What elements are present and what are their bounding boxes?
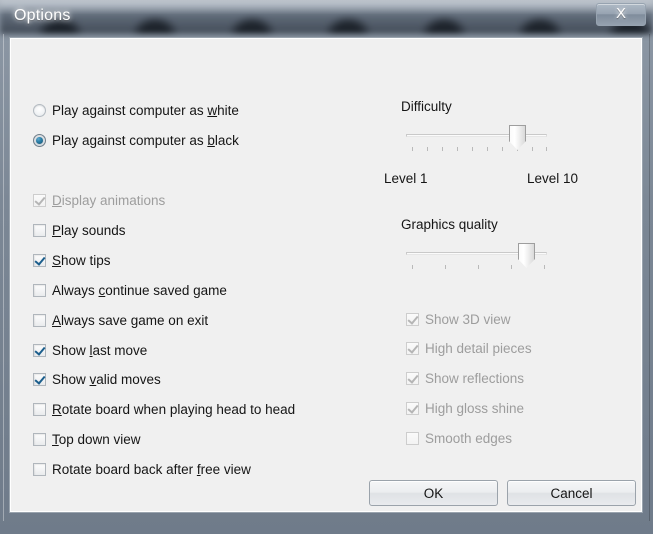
checkbox-rotate-board-head-to-head[interactable]: Rotate board when playing head to head	[33, 403, 295, 417]
checkbox-top-down-view[interactable]: Top down view	[33, 433, 141, 447]
checkbox-indicator	[33, 284, 46, 298]
checkbox-show-3d-view: Show 3D view	[406, 313, 511, 327]
cancel-button[interactable]: Cancel	[507, 480, 636, 506]
checkbox-label: Rotate board back after free view	[52, 462, 251, 477]
checkbox-indicator	[33, 433, 46, 447]
checkbox-label: Top down view	[52, 432, 141, 447]
checkbox-display-animations: Display animations	[33, 194, 165, 208]
options-dialog-window: Options X Play against computer as white…	[0, 0, 653, 534]
dialog-client-area: Play against computer as white Play agai…	[9, 37, 643, 513]
graphics-quality-slider[interactable]	[406, 243, 547, 274]
checkbox-label: Rotate board when playing head to head	[52, 402, 296, 417]
checkbox-indicator	[406, 402, 419, 416]
checkbox-show-reflections: Show reflections	[406, 372, 524, 386]
checkbox-label: High detail pieces	[425, 341, 532, 356]
radio-label: Play against computer as black	[52, 133, 239, 148]
graphics-quality-title: Graphics quality	[401, 217, 498, 232]
checkbox-label: Play sounds	[52, 223, 126, 238]
difficulty-title: Difficulty	[401, 99, 452, 114]
checkbox-indicator	[33, 314, 46, 328]
checkbox-show-tips[interactable]: Show tips	[33, 254, 111, 268]
checkbox-indicator	[33, 373, 46, 387]
checkbox-always-continue-saved-game[interactable]: Always continue saved game	[33, 284, 227, 298]
checkbox-indicator	[406, 313, 419, 327]
checkbox-indicator	[406, 342, 419, 356]
checkbox-label: Smooth edges	[425, 431, 513, 446]
checkbox-indicator	[33, 254, 46, 268]
close-icon: X	[615, 5, 626, 22]
checkbox-label: Always continue saved game	[52, 283, 227, 298]
radio-indicator	[33, 134, 46, 148]
close-button[interactable]: X	[596, 3, 646, 26]
checkbox-indicator	[33, 344, 46, 358]
difficulty-slider[interactable]	[406, 125, 547, 156]
checkbox-play-sounds[interactable]: Play sounds	[33, 224, 126, 238]
checkbox-label: Show 3D view	[425, 312, 511, 327]
difficulty-min-label: Level 1	[384, 171, 428, 186]
checkbox-show-last-move[interactable]: Show last move	[33, 344, 147, 358]
window-title: Options	[14, 7, 71, 24]
checkbox-label: Show valid moves	[52, 372, 161, 387]
checkbox-label: Show reflections	[425, 371, 525, 386]
checkbox-label: High gloss shine	[425, 401, 525, 416]
checkbox-indicator	[33, 463, 46, 477]
checkbox-smooth-edges: Smooth edges	[406, 432, 512, 446]
radio-indicator	[33, 104, 46, 118]
checkbox-indicator	[406, 432, 419, 446]
radio-play-as-black[interactable]: Play against computer as black	[33, 134, 239, 148]
ok-button[interactable]: OK	[369, 480, 498, 506]
difficulty-max-label: Level 10	[527, 171, 579, 186]
checkbox-label: Show tips	[52, 253, 111, 268]
radio-label: Play against computer as white	[52, 103, 239, 118]
radio-play-as-white[interactable]: Play against computer as white	[33, 104, 239, 118]
checkbox-label: Display animations	[52, 193, 166, 208]
title-bar: Options X	[0, 0, 653, 34]
checkbox-high-gloss-shine: High gloss shine	[406, 402, 524, 416]
checkbox-indicator	[33, 224, 46, 238]
checkbox-always-save-game-on-exit[interactable]: Always save game on exit	[33, 314, 208, 328]
checkbox-indicator	[406, 372, 419, 386]
checkbox-rotate-board-back-after-free-view[interactable]: Rotate board back after free view	[33, 463, 251, 477]
checkbox-label: Show last move	[52, 343, 148, 358]
checkbox-label: Always save game on exit	[52, 313, 209, 328]
slider-ticks	[406, 147, 547, 152]
checkbox-indicator	[33, 194, 46, 208]
checkbox-show-valid-moves[interactable]: Show valid moves	[33, 373, 161, 387]
checkbox-high-detail-pieces: High detail pieces	[406, 342, 532, 356]
checkbox-indicator	[33, 403, 46, 417]
